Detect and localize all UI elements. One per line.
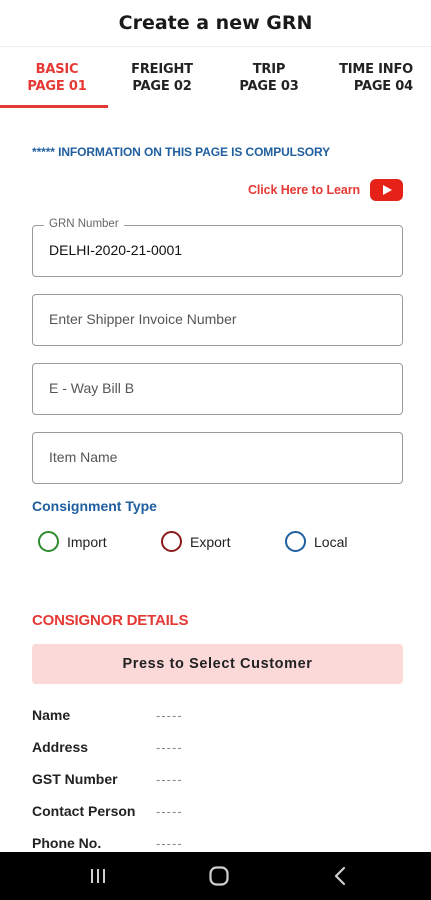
detail-row-address: Address ----- [32, 739, 403, 761]
detail-value: ----- [156, 772, 183, 787]
radio-local-circle[interactable] [285, 531, 306, 552]
radio-export-circle[interactable] [161, 531, 182, 552]
shipper-invoice-placeholder: Enter Shipper Invoice Number [49, 311, 237, 327]
page-title: Create a new GRN [118, 12, 313, 34]
learn-link-label: Click Here to Learn [247, 183, 360, 197]
youtube-icon[interactable] [370, 179, 403, 201]
detail-key: Name [32, 707, 71, 723]
tab-time-info-page: PAGE 04 [353, 79, 413, 94]
tab-time-info-label: TIME INFO [339, 62, 413, 77]
tab-basic-page: PAGE 01 [27, 79, 87, 94]
home-icon[interactable] [199, 862, 239, 890]
consignor-details-title: CONSIGNOR DETAILS [32, 612, 189, 629]
app-header: Create a new GRN [0, 0, 431, 46]
item-name-field[interactable]: Item Name [32, 432, 403, 484]
select-customer-button[interactable]: Press to Select Customer [32, 644, 403, 684]
grn-number-field[interactable]: GRN Number DELHI-2020-21-0001 [32, 218, 403, 277]
radio-export[interactable]: Export [161, 531, 230, 552]
radio-import[interactable]: Import [38, 531, 107, 552]
radio-local-label: Local [314, 533, 348, 550]
tab-freight[interactable]: FREIGHT PAGE 02 [126, 61, 198, 95]
detail-key: GST Number [32, 771, 118, 787]
detail-value: ----- [156, 804, 183, 819]
detail-row-gst: GST Number ----- [32, 771, 403, 793]
radio-local[interactable]: Local [285, 531, 347, 552]
radio-import-label: Import [67, 533, 107, 550]
eway-bill-placeholder: E - Way Bill B [49, 380, 135, 396]
shipper-invoice-field[interactable]: Enter Shipper Invoice Number [32, 294, 403, 346]
detail-value: ----- [156, 740, 183, 755]
compulsory-notice: ***** INFORMATION ON THIS PAGE IS COMPUL… [32, 145, 331, 159]
tab-freight-label: FREIGHT [131, 62, 193, 77]
active-tab-indicator [0, 105, 108, 108]
detail-row-contact: Contact Person ----- [32, 803, 403, 825]
detail-key: Phone No. [32, 835, 102, 851]
detail-key: Contact Person [32, 803, 136, 819]
tab-bar: BASIC PAGE 01 FREIGHT PAGE 02 TRIP PAGE … [0, 46, 431, 110]
detail-row-name: Name ----- [32, 707, 403, 729]
tab-trip-label: TRIP [252, 62, 286, 77]
tab-basic-label: BASIC [35, 62, 79, 77]
tab-time-info[interactable]: TIME INFO PAGE 04 [338, 61, 413, 95]
tab-trip[interactable]: TRIP PAGE 03 [234, 61, 304, 95]
consignment-type-title: Consignment Type [32, 498, 157, 514]
tab-trip-page: PAGE 03 [239, 79, 299, 94]
radio-import-circle[interactable] [38, 531, 59, 552]
tab-basic[interactable]: BASIC PAGE 01 [22, 61, 92, 95]
select-customer-label: Press to Select Customer [122, 656, 313, 672]
eway-bill-field[interactable]: E - Way Bill B [32, 363, 403, 415]
system-navigation-bar [0, 852, 431, 900]
detail-value: ----- [156, 708, 183, 723]
learn-link[interactable]: Click Here to Learn [248, 179, 403, 201]
detail-value: ----- [156, 836, 183, 851]
radio-export-label: Export [190, 533, 231, 550]
item-name-placeholder: Item Name [49, 449, 118, 465]
grn-number-value: DELHI-2020-21-0001 [49, 242, 183, 258]
recent-apps-icon[interactable] [78, 862, 118, 890]
back-icon[interactable] [320, 862, 360, 890]
tab-freight-page: PAGE 02 [132, 79, 192, 94]
grn-number-label: GRN Number [44, 218, 124, 230]
detail-key: Address [32, 739, 89, 755]
